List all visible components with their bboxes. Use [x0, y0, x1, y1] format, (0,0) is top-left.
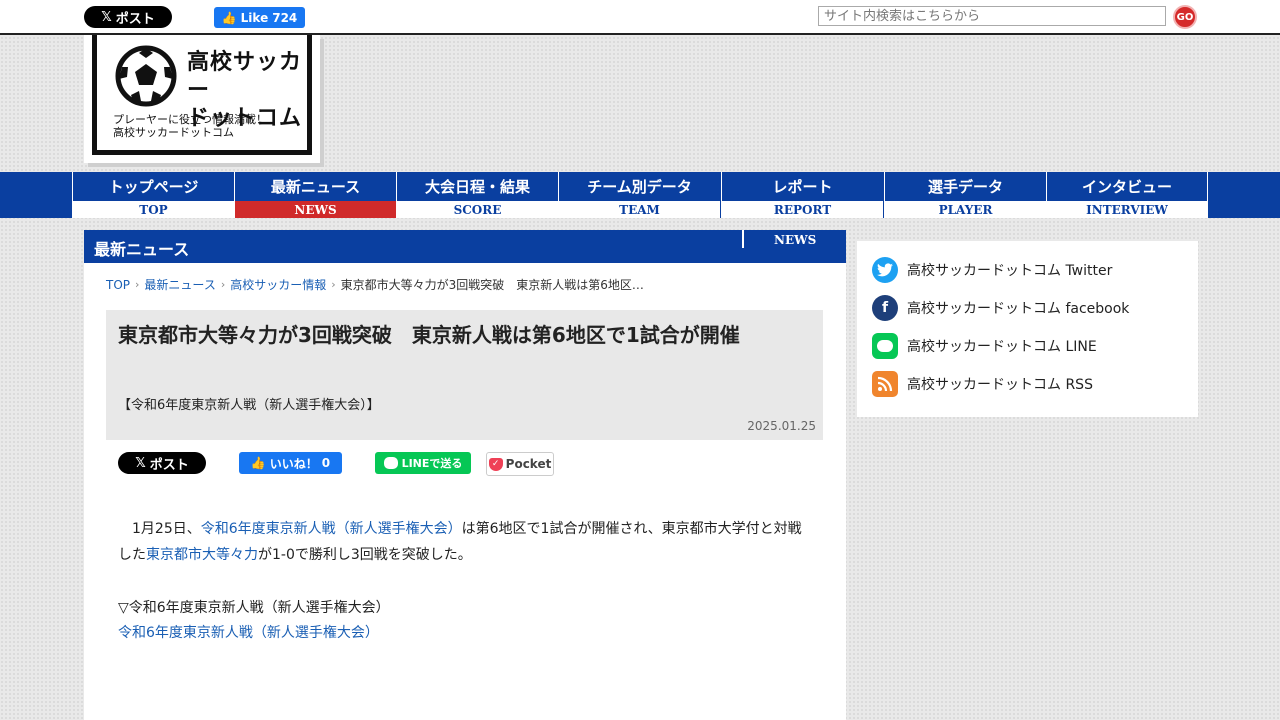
x-logo-icon: 𝕏: [135, 455, 146, 471]
section-header: 最新ニュース NEWS: [84, 230, 846, 263]
related-tournament-link[interactable]: 令和6年度東京新人戦（新人選手権大会）: [118, 625, 379, 641]
team-link[interactable]: 東京都市大等々力: [146, 547, 258, 563]
x-post-label: ポスト: [115, 11, 155, 27]
related-heading: ▽令和6年度東京新人戦（新人選手権大会）: [118, 600, 390, 616]
nav-item-player[interactable]: 選手データ PLAYER: [884, 172, 1046, 218]
logo-tagline-line2: 高校サッカードットコム: [113, 126, 234, 139]
top-bar: 𝕏 ポスト 👍 Like 724 GO: [0, 0, 1280, 35]
fb-like-count: 724: [272, 10, 298, 25]
nav-item-top[interactable]: トップページ TOP: [72, 172, 234, 218]
nav-label-jp: 選手データ: [927, 177, 1003, 196]
thumbs-up-icon: 👍: [250, 456, 266, 470]
sidebar-link-label: 高校サッカードットコム facebook: [907, 301, 1130, 317]
related-section: ▽令和6年度東京新人戦（新人選手権大会） 令和6年度東京新人戦（新人選手権大会）: [118, 596, 390, 646]
search-go-button[interactable]: GO: [1173, 5, 1197, 29]
soccer-ball-icon: [115, 45, 177, 107]
breadcrumb-category[interactable]: 高校サッカー情報: [230, 276, 326, 293]
article-paragraph: 1月25日、令和6年度東京新人戦（新人選手権大会）は第6地区で1試合が開催され、…: [118, 516, 808, 568]
section-title: 最新ニュース: [94, 240, 190, 259]
breadcrumb-chevron-icon: ›: [331, 278, 336, 291]
article-body: 1月25日、令和6年度東京新人戦（新人選手権大会）は第6地区で1試合が開催され、…: [118, 516, 808, 568]
share-x-button[interactable]: 𝕏 ポスト: [118, 452, 206, 474]
body-text-segment: が1-0で勝利し3回戦を突破した。: [258, 547, 472, 563]
nav-label-en: PLAYER: [885, 201, 1046, 218]
share-facebook-like-button[interactable]: 👍 いいね！ 0: [239, 452, 342, 474]
thumbs-up-icon: 👍: [221, 10, 237, 25]
share-fb-label: いいね！: [269, 456, 318, 471]
article-title: 東京都市大等々力が3回戦突破 東京新人戦は第6地区で1試合が開催: [118, 323, 740, 347]
sidebar-rss-link[interactable]: 高校サッカードットコム RSS: [872, 371, 1093, 397]
nav-item-report[interactable]: レポート REPORT: [721, 172, 883, 218]
breadcrumb-chevron-icon: ›: [135, 278, 140, 291]
nav-label-en: TEAM: [559, 201, 720, 218]
section-title-en: NEWS: [774, 233, 817, 247]
pocket-icon: ✓: [488, 457, 503, 471]
nav-label-jp: 最新ニュース: [270, 177, 361, 196]
article-subtitle: 【令和6年度東京新人戦（新人選手権大会）】: [118, 398, 380, 413]
nav-item-score[interactable]: 大会日程・結果 SCORE: [396, 172, 558, 218]
nav-item-news[interactable]: 最新ニュース NEWS: [234, 172, 396, 218]
breadcrumb-top[interactable]: TOP: [106, 278, 130, 292]
share-x-label: ポスト: [149, 457, 189, 473]
sidebar-line-link[interactable]: 高校サッカードットコム LINE: [872, 333, 1097, 359]
line-icon: [872, 333, 898, 359]
nav-label-en: REPORT: [722, 201, 883, 218]
fb-like-label: Like: [240, 10, 269, 25]
sidebar-link-label: 高校サッカードットコム LINE: [907, 339, 1097, 355]
share-line-label: LINEで送る: [401, 457, 463, 470]
site-search-input[interactable]: [818, 6, 1166, 26]
rss-icon: [872, 371, 898, 397]
logo-tagline: プレーヤーに役立つ情報満載！ 高校サッカードットコム: [113, 113, 267, 139]
article-header: 東京都市大等々力が3回戦突破 東京新人戦は第6地区で1試合が開催 【令和6年度東…: [106, 310, 823, 440]
logo-tagline-line1: プレーヤーに役立つ情報満載！: [113, 113, 267, 126]
nav-label-en: INTERVIEW: [1047, 201, 1207, 218]
x-logo-icon: 𝕏: [101, 9, 112, 25]
share-pocket-button[interactable]: ✓ Pocket: [486, 452, 554, 476]
twitter-icon: [872, 257, 898, 283]
share-line-button[interactable]: LINEで送る: [375, 452, 471, 474]
nav-label-jp: 大会日程・結果: [424, 177, 530, 196]
sidebar-link-label: 高校サッカードットコム Twitter: [907, 263, 1113, 279]
sidebar-facebook-link[interactable]: f 高校サッカードットコム facebook: [872, 295, 1129, 321]
breadcrumb-chevron-icon: ›: [220, 278, 226, 291]
nav-item-team[interactable]: チーム別データ TEAM: [558, 172, 720, 218]
sidebar-sns: 高校サッカードットコム Twitter f 高校サッカードットコム facebo…: [857, 241, 1198, 417]
share-pocket-label: Pocket: [505, 457, 552, 471]
sidebar-link-label: 高校サッカードットコム RSS: [907, 377, 1093, 393]
logo-title-line1: 高校サッカー: [187, 50, 303, 103]
nav-label-jp: トップページ: [108, 177, 199, 196]
nav-label-jp: インタビュー: [1081, 177, 1172, 196]
main-content: 最新ニュース NEWS TOP › 最新ニュース › 高校サッカー情報 › 東京…: [84, 230, 846, 720]
breadcrumb-news[interactable]: 最新ニュース: [144, 276, 215, 293]
facebook-like-button[interactable]: 👍 Like 724: [214, 7, 305, 28]
line-icon: [383, 457, 398, 469]
nav-label-en: SCORE: [397, 201, 558, 218]
global-nav: トップページ TOP 最新ニュース NEWS 大会日程・結果 SCORE チーム…: [0, 172, 1280, 218]
facebook-icon: f: [872, 295, 898, 321]
nav-item-interview[interactable]: インタビュー INTERVIEW: [1046, 172, 1208, 218]
nav-label-jp: レポート: [772, 177, 833, 196]
body-text-segment: 1月25日、: [132, 521, 201, 537]
site-logo[interactable]: 高校サッカー ドットコム プレーヤーに役立つ情報満載！ 高校サッカードットコム: [84, 35, 320, 163]
tournament-link[interactable]: 令和6年度東京新人戦（新人選手権大会）: [201, 521, 462, 537]
breadcrumb: TOP › 最新ニュース › 高校サッカー情報 › 東京都市大等々力が3回戦突破…: [106, 276, 644, 293]
logo-frame: 高校サッカー ドットコム プレーヤーに役立つ情報満載！ 高校サッカードットコム: [92, 35, 312, 155]
sidebar-twitter-link[interactable]: 高校サッカードットコム Twitter: [872, 257, 1112, 283]
x-post-button[interactable]: 𝕏 ポスト: [84, 6, 172, 28]
breadcrumb-current: 東京都市大等々力が3回戦突破 東京新人戦は第6地区…: [340, 278, 644, 292]
article-date: 2025.01.25: [747, 419, 816, 433]
nav-label-jp: チーム別データ: [587, 177, 692, 196]
section-header-divider: [742, 230, 744, 248]
nav-label-en: TOP: [73, 201, 234, 218]
nav-label-en: NEWS: [235, 201, 396, 218]
share-fb-count: 0: [321, 456, 331, 470]
